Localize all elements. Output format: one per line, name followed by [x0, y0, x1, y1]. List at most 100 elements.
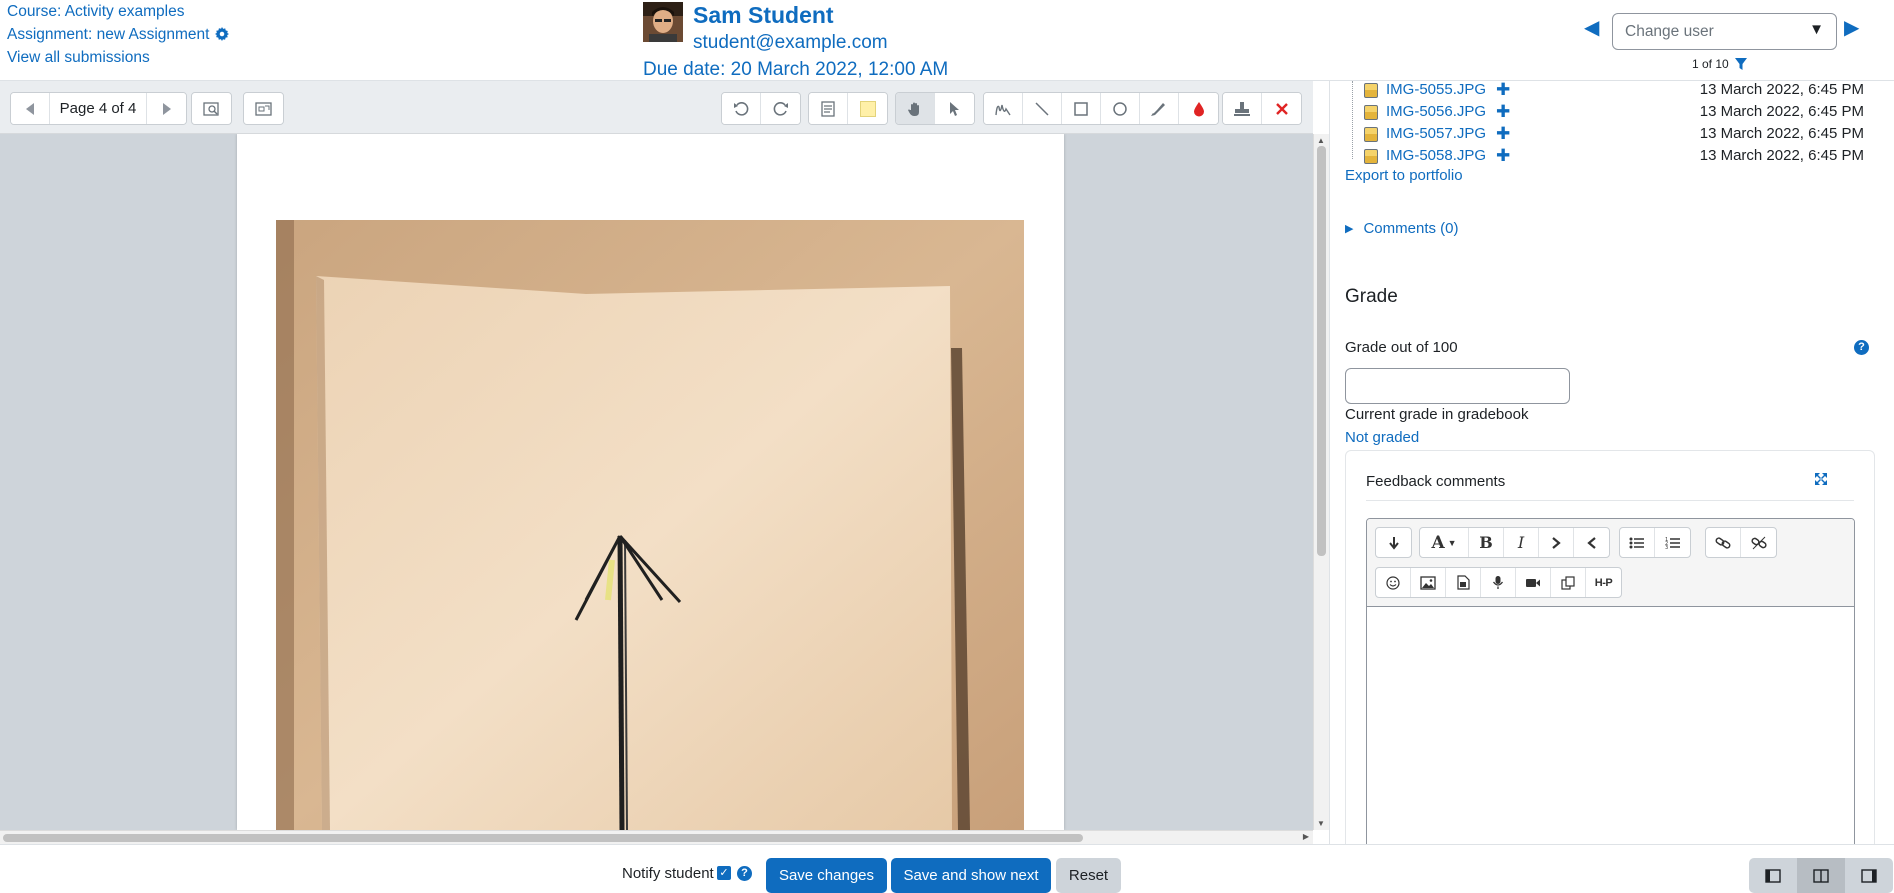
italic-icon[interactable]: I: [1504, 528, 1539, 557]
pan-hand-icon[interactable]: [896, 93, 935, 124]
add-to-portfolio-icon[interactable]: ✚: [1496, 102, 1510, 122]
pen-tool-icon[interactable]: [984, 93, 1023, 124]
delete-annotation-icon[interactable]: [1262, 93, 1301, 124]
emoji-icon[interactable]: [1376, 568, 1411, 597]
filter-icon[interactable]: [1735, 58, 1748, 73]
grade-heading: Grade: [1345, 286, 1398, 307]
pdf-page[interactable]: [237, 134, 1064, 830]
horizontal-scroll-thumb[interactable]: [3, 834, 1083, 842]
ordered-list-icon[interactable]: 123: [1655, 528, 1690, 557]
rotate-left-icon[interactable]: [722, 93, 761, 124]
media-file-icon[interactable]: [1446, 568, 1481, 597]
file-link[interactable]: IMG-5056.JPG: [1386, 103, 1486, 120]
image-icon[interactable]: [1411, 568, 1446, 597]
expand-comments-icon[interactable]: [244, 93, 283, 124]
select-pointer-icon[interactable]: [935, 93, 974, 124]
bottom-action-bar: Notify student ✓ ? Save changes Save and…: [0, 844, 1894, 893]
previous-user-arrow-icon[interactable]: ◀: [1584, 15, 1599, 40]
record-video-icon[interactable]: [1516, 568, 1551, 597]
notify-student-label: Notify student: [622, 865, 714, 882]
current-grade-label: Current grade in gradebook: [1345, 406, 1529, 423]
document-viewer[interactable]: [0, 134, 1313, 844]
line-tool-icon[interactable]: [1023, 93, 1062, 124]
student-email[interactable]: student@example.com: [693, 32, 888, 54]
oval-tool-icon[interactable]: [1101, 93, 1140, 124]
h5p-icon[interactable]: H-P: [1586, 568, 1621, 597]
file-link[interactable]: IMG-5058.JPG: [1386, 147, 1486, 164]
export-to-portfolio-link[interactable]: Export to portfolio: [1345, 167, 1463, 184]
assignment-link[interactable]: Assignment: new Assignment: [7, 26, 209, 43]
previous-page-icon[interactable]: [11, 93, 50, 124]
grade-input[interactable]: [1345, 368, 1570, 404]
due-date: Due date: 20 March 2022, 12:00 AM: [643, 59, 949, 80]
next-user-arrow-icon[interactable]: ▶: [1844, 15, 1859, 40]
divider: [1366, 500, 1854, 501]
current-grade-link[interactable]: Not graded: [1345, 429, 1419, 446]
image-file-icon: [1364, 105, 1378, 120]
rotate-group: [721, 92, 801, 125]
toolbar-toggle-icon[interactable]: [1376, 528, 1411, 557]
editor-group-format: A ▼ B I: [1419, 527, 1610, 558]
manage-files-icon[interactable]: [1551, 568, 1586, 597]
paragraph-style-icon[interactable]: A ▼: [1420, 528, 1469, 557]
scroll-up-icon[interactable]: ▲: [1317, 136, 1325, 145]
layout-toggle-group: [1749, 858, 1893, 893]
file-link[interactable]: IMG-5057.JPG: [1386, 125, 1486, 142]
student-name[interactable]: Sam Student: [693, 2, 834, 29]
page-navigation: Page 4 of 4: [10, 92, 187, 125]
vertical-scrollbar[interactable]: ▲ ▼: [1313, 134, 1329, 830]
expand-comments-group: [243, 92, 284, 125]
user-count: 1 of 10: [1692, 57, 1748, 73]
add-to-portfolio-icon[interactable]: ✚: [1496, 124, 1510, 144]
add-to-portfolio-icon[interactable]: ✚: [1496, 146, 1510, 166]
change-user-select[interactable]: Change user ▼: [1612, 13, 1837, 50]
record-audio-icon[interactable]: [1481, 568, 1516, 597]
unordered-list-icon[interactable]: [1620, 528, 1655, 557]
view-all-submissions-link[interactable]: View all submissions: [7, 49, 150, 67]
vertical-scroll-thumb[interactable]: [1317, 146, 1326, 556]
indent-icon[interactable]: [1539, 528, 1574, 557]
reset-button[interactable]: Reset: [1056, 858, 1121, 893]
horizontal-scrollbar[interactable]: ▶: [0, 830, 1313, 844]
collapse-grade-panel-icon[interactable]: [1749, 858, 1797, 893]
outdent-icon[interactable]: [1574, 528, 1609, 557]
add-to-portfolio-icon[interactable]: ✚: [1496, 81, 1510, 100]
course-link[interactable]: Course: Activity examples: [7, 3, 184, 21]
comments-toggle[interactable]: ▶ Comments (0): [1345, 220, 1459, 237]
notify-student-checkbox[interactable]: ✓: [717, 866, 731, 880]
unlink-icon[interactable]: [1741, 528, 1776, 557]
editor-group-lists: 123: [1619, 527, 1691, 558]
highlighter-tool-icon[interactable]: [1140, 93, 1179, 124]
feedback-text-area[interactable]: [1367, 607, 1854, 844]
page-select[interactable]: Page 4 of 4: [50, 93, 147, 124]
gear-icon[interactable]: [215, 27, 230, 46]
rectangle-tool-icon[interactable]: [1062, 93, 1101, 124]
scroll-down-icon[interactable]: ▼: [1317, 819, 1325, 828]
collapse-review-panel-icon[interactable]: [1845, 858, 1893, 893]
pointer-tools-group: [895, 92, 975, 125]
default-layout-icon[interactable]: [1797, 858, 1845, 893]
expand-icon[interactable]: [1814, 472, 1828, 490]
comment-tool-icon[interactable]: [809, 93, 848, 124]
stamp-tool-icon[interactable]: [1223, 93, 1262, 124]
feedback-comments-card: Feedback comments A ▼ B I 1 2 3 H-P: [1345, 450, 1875, 844]
file-link[interactable]: IMG-5055.JPG: [1386, 81, 1486, 98]
help-icon[interactable]: ?: [1854, 340, 1869, 355]
image-file-icon: [1364, 127, 1378, 142]
bold-icon[interactable]: B: [1469, 528, 1504, 557]
next-page-icon[interactable]: [147, 93, 186, 124]
help-icon[interactable]: ?: [737, 866, 752, 881]
save-changes-button[interactable]: Save changes: [766, 858, 887, 893]
grader-header: Course: Activity examples Assignment: ne…: [0, 0, 1894, 81]
comment-color-icon[interactable]: [848, 93, 887, 124]
save-and-show-next-button[interactable]: Save and show next: [891, 858, 1051, 893]
link-icon[interactable]: [1706, 528, 1741, 557]
file-date: 13 March 2022, 6:45 PM: [1699, 103, 1864, 120]
grade-label: Grade out of 100: [1345, 339, 1458, 356]
rotate-right-icon[interactable]: [761, 93, 800, 124]
drawing-tools-group: [983, 92, 1219, 125]
submission-photo: [276, 220, 1024, 830]
scroll-right-icon[interactable]: ▶: [1303, 832, 1309, 841]
annotation-color-icon[interactable]: [1179, 93, 1218, 124]
search-comments-icon[interactable]: [192, 93, 231, 124]
